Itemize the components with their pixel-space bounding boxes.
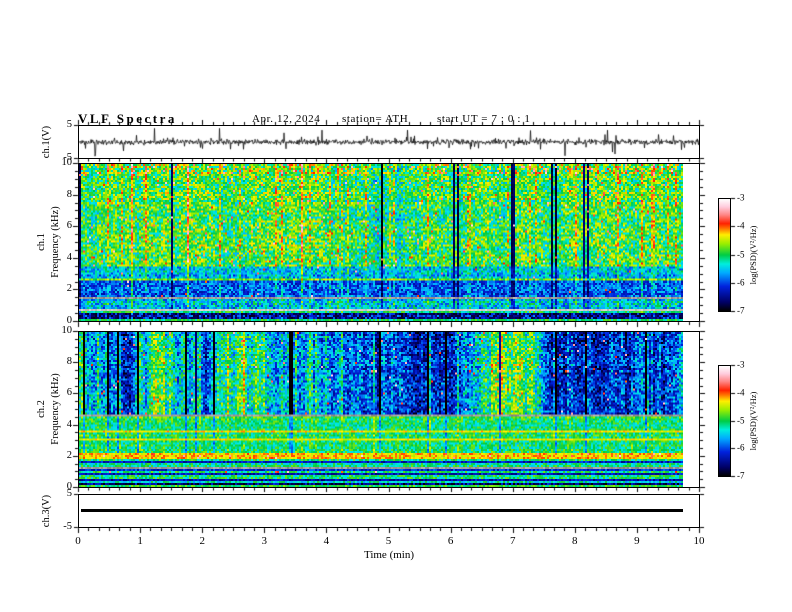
- ch1-wave-y-tick-label: 5: [66, 118, 72, 130]
- x-tick-label: 10: [693, 535, 705, 547]
- ch2-spec-y-tick-label: 8: [66, 355, 72, 367]
- colorbar-tick-label: -6: [737, 277, 745, 288]
- x-axis-title: Time (min): [363, 549, 415, 561]
- x-tick-label: 5: [385, 535, 392, 547]
- ch2-spectrogram-canvas: [79, 332, 699, 487]
- vlf-spectra-figure: VLF Spectra Apr. 12, 2024 station= ATH s…: [0, 0, 792, 612]
- colorbar-tick-label: -5: [737, 415, 745, 425]
- ch2-spec-y-tick-label: 10: [61, 324, 73, 336]
- colorbar-tick-label: -3: [737, 192, 745, 203]
- ch2-spec-y-tick-label: 2: [66, 449, 72, 461]
- ch2-spec-y-tick-label: 6: [66, 387, 72, 399]
- title-start-ut: start UT = 7 : 0 : 1: [437, 113, 531, 125]
- ch1-spec-y-tick-label: 2: [66, 283, 72, 295]
- ch2-spectrogram-panel: [78, 331, 700, 488]
- ch1-waveform-canvas: [79, 126, 699, 158]
- ch3-waveform-panel: [78, 494, 700, 528]
- x-tick-label: 6: [447, 535, 454, 547]
- colorbar-2-label: log(PSD)(V²/Hz): [747, 391, 758, 451]
- x-tick-label: 0: [75, 535, 81, 547]
- colorbar-2: [718, 365, 731, 477]
- ch2-spec-y-tick-label: 4: [66, 418, 72, 430]
- colorbar-1-label: log(PSD)(V²/Hz): [747, 225, 758, 285]
- ch1-spec-y-tick-label: 8: [66, 188, 72, 200]
- colorbar-tick-label: -3: [737, 359, 745, 370]
- colorbar-tick-label: -5: [737, 249, 745, 259]
- x-tick-label: 1: [137, 535, 143, 547]
- ch3-zero-line: [81, 509, 683, 512]
- x-tick-label: 2: [199, 535, 205, 547]
- title-station: station= ATH: [342, 113, 409, 125]
- ch1-spec-y-tick-label: 6: [66, 219, 72, 231]
- colorbar-tick-label: -6: [737, 442, 745, 453]
- x-tick-label: 9: [634, 535, 640, 547]
- x-tick-label: 7: [509, 535, 516, 547]
- ch2-spec-channel-label: ch.2: [35, 400, 47, 418]
- ch3-wave-y-tick-label: -5: [63, 520, 72, 532]
- x-tick-label: 8: [572, 535, 578, 547]
- ch1-spec-channel-label: ch.1: [35, 233, 47, 251]
- ch1-spec-y-tick-label: 4: [66, 251, 72, 263]
- ch1-spec-y-tick-label: 10: [61, 156, 73, 168]
- colorbar-tick-label: -7: [737, 305, 745, 316]
- colorbar-1: [718, 198, 731, 312]
- colorbar-tick-label: -7: [737, 470, 745, 481]
- x-tick-label: 4: [323, 535, 330, 547]
- title-date: Apr. 12, 2024: [252, 113, 321, 125]
- ch3-wave-y-tick-label: 5: [66, 487, 72, 499]
- ch2-spec-frequency-label: Frequency (kHz): [49, 373, 61, 445]
- x-tick-label: 3: [261, 535, 268, 547]
- ch1-spectrogram-canvas: [79, 164, 699, 321]
- ch1-waveform-panel: [78, 125, 700, 159]
- colorbar-tick-label: -4: [737, 387, 745, 398]
- colorbar-tick-label: -4: [737, 220, 745, 231]
- ch1-spectrogram-panel: [78, 163, 700, 322]
- ch1-spec-frequency-label: Frequency (kHz): [49, 206, 61, 278]
